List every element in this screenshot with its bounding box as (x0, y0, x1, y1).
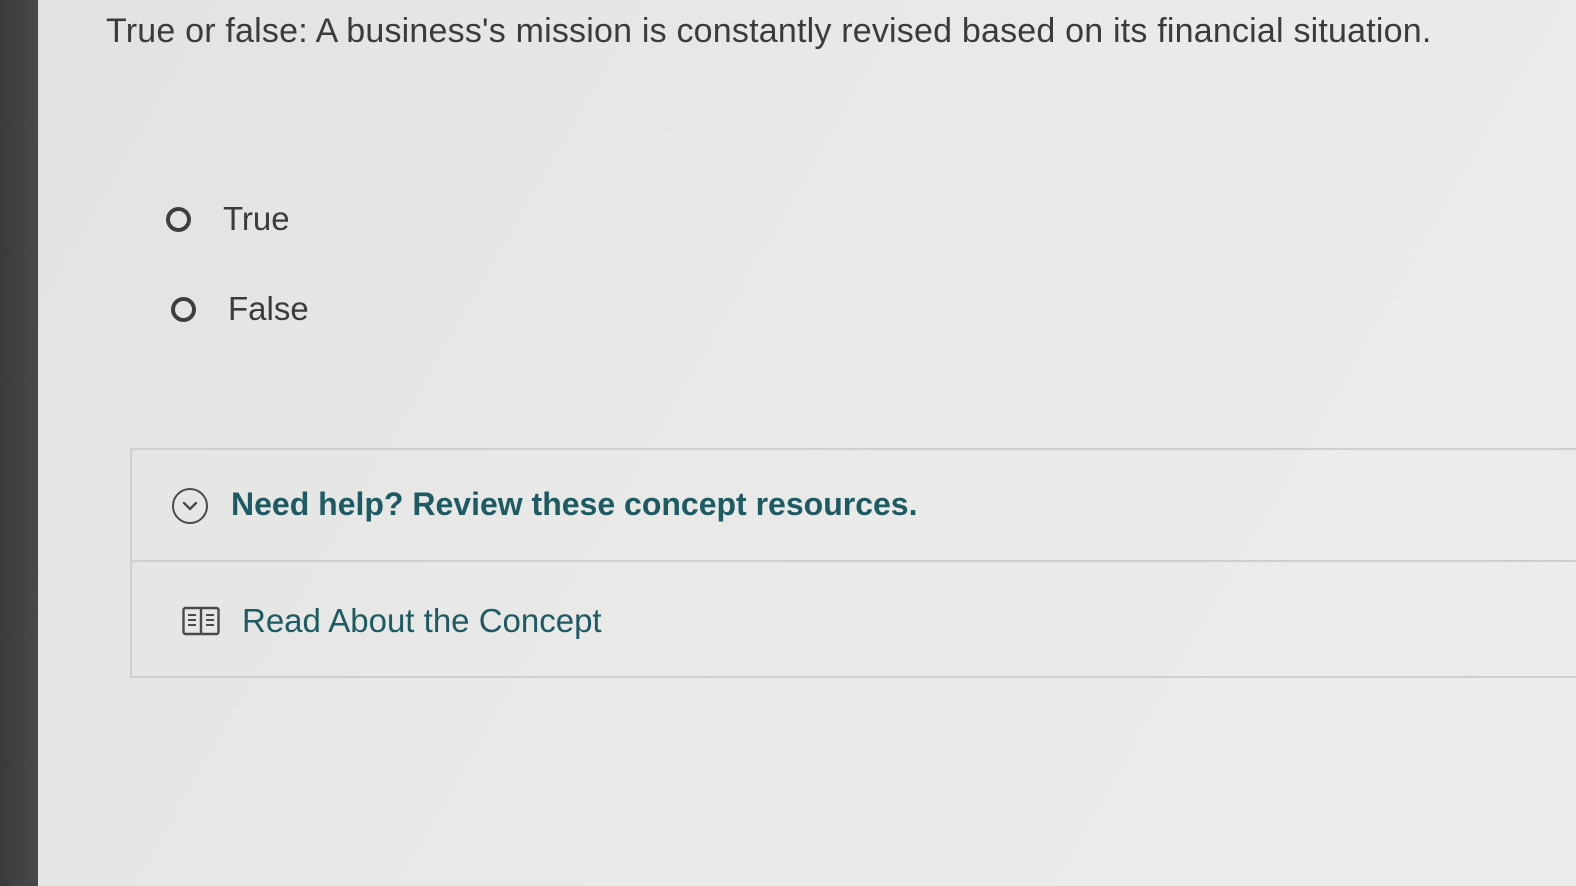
option-true-label: True (223, 200, 290, 237)
radio-true[interactable] (166, 206, 191, 232)
option-false-label: False (228, 290, 309, 327)
read-about-concept-link[interactable]: Read About the Concept (182, 602, 602, 640)
help-panel: Need help? Review these concept resource… (130, 448, 1576, 678)
question-text: True or false: A business's mission is c… (106, 12, 1432, 50)
option-false[interactable]: False (171, 290, 309, 328)
screen (38, 0, 1576, 886)
help-title: Need help? Review these concept resource… (231, 486, 918, 522)
option-true[interactable]: True (166, 200, 290, 238)
radio-false[interactable] (171, 296, 196, 322)
help-toggle[interactable]: Need help? Review these concept resource… (132, 450, 1576, 562)
chevron-down-icon[interactable] (172, 488, 208, 524)
book-icon (182, 606, 220, 636)
read-about-concept-label: Read About the Concept (242, 602, 602, 639)
